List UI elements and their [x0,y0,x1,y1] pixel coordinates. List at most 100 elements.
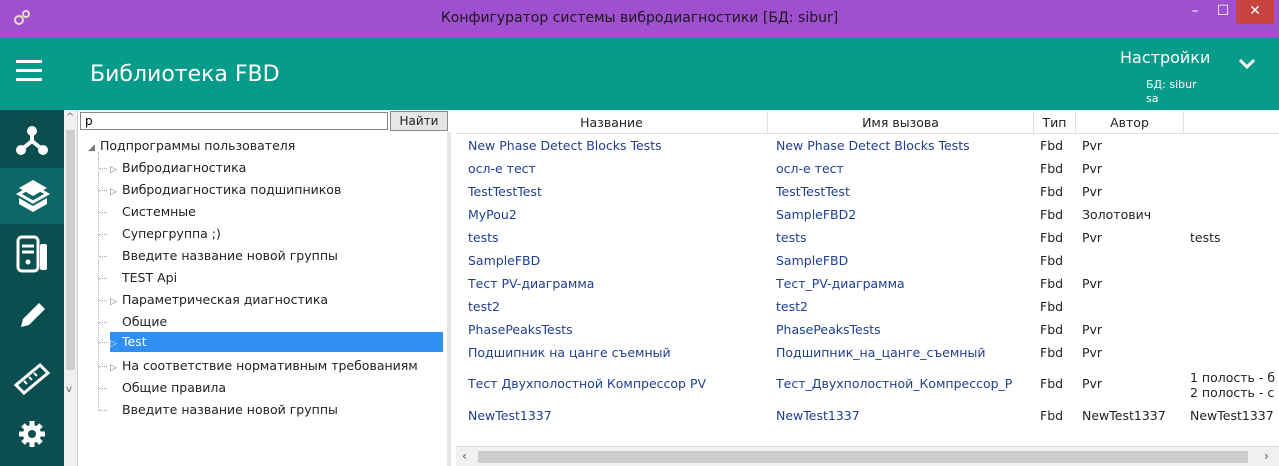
cell-call-name: осл-е тест [776,161,844,176]
cell-type: Fbd [1040,408,1064,423]
cell-name: Подшипник на цанге съемный [468,345,671,360]
cell-author: Pvr [1082,230,1103,245]
cell-type: Fbd [1040,138,1064,153]
tree-item[interactable]: ▷ Test [110,332,443,352]
maximize-button[interactable]: ☐ [1208,0,1238,24]
tree-item[interactable]: TEST Api [110,268,177,288]
col-name[interactable]: Название [456,112,768,134]
col-description[interactable] [1184,112,1279,134]
cell-call-name: TestTestTest [776,184,850,199]
cell-description: NewTest1337 [1190,408,1274,423]
tree-item-label: Общие [122,314,168,329]
scroll-right-icon[interactable]: › [1264,449,1269,463]
cell-type: Fbd [1040,299,1064,314]
hscroll-thumb[interactable] [478,451,1248,463]
tree-item[interactable]: ▷ На соответствие нормативным требованиям [110,356,418,376]
nav-item-edit[interactable] [0,288,64,344]
books-icon [15,180,51,212]
cell-description: 1 полость - б [1190,370,1276,385]
tree-item[interactable]: ▷ Вибродиагностика [110,158,246,178]
tree-root[interactable]: ◢ Подпрограммы пользователя [88,136,295,156]
search-input[interactable] [80,112,388,130]
tree-item[interactable]: ▷ Параметрическая диагностика [110,290,328,310]
cell-call-name: PhasePeaksTests [776,322,881,337]
expand-icon[interactable]: ▷ [110,160,122,180]
cell-type: Fbd [1040,184,1064,199]
hierarchy-icon [16,126,48,155]
scroll-left-icon[interactable]: ‹ [462,449,467,463]
cell-type: Fbd [1040,207,1064,222]
tree-item-label: Системные [122,204,196,219]
tree-item-label: Супергруппа ;) [122,226,221,241]
cell-type: Fbd [1040,322,1064,337]
cell-type: Fbd [1040,253,1064,268]
cell-type: Fbd [1040,230,1064,245]
scroll-up-icon[interactable]: ^ [66,112,74,123]
expand-icon[interactable]: ▷ [110,334,122,354]
window-titlebar: Конфигуратор системы вибродиагностики [Б… [0,0,1279,38]
page-title: Библиотека FBD [90,62,280,87]
tree-item-label: Общие правила [122,380,227,395]
cell-call-name: Тест_Двухполостной_Компрессор_P [776,376,1013,391]
tree-item[interactable]: Общие правила [110,378,226,398]
nav-item-library[interactable] [0,168,64,224]
nav-item-settings[interactable] [0,406,64,462]
cell-name: NewTest1337 [468,408,552,423]
tree-item-label: Test [122,334,147,349]
cell-name: test2 [468,299,500,314]
close-button[interactable]: ✕ [1236,0,1274,24]
chevron-down-icon[interactable] [1236,56,1258,72]
group-tree: ◢ Подпрограммы пользователя ▷ Вибродиагнос… [78,132,451,466]
find-button[interactable]: Найти [390,111,448,131]
scroll-down-icon[interactable]: v [66,384,72,395]
tree-item[interactable]: Общие [110,312,167,332]
cell-call-name: SampleFBD [776,253,849,268]
menu-icon[interactable] [16,60,42,82]
cell-call-name: Тест_PV-диаграмма [776,276,905,291]
cell-name: Тест Двухполостной Компрессор PV [468,376,707,391]
cell-type: Fbd [1040,161,1064,176]
nav-scrollbar[interactable]: ^ v [64,110,78,466]
settings-label[interactable]: Настройки [1120,48,1210,67]
tree-item[interactable]: Супергруппа ;) [110,224,221,244]
expand-icon[interactable]: ▷ [110,292,122,312]
cell-author: Pvr [1082,184,1103,199]
cell-call-name: New Phase Detect Blocks Tests [776,138,970,153]
tree-item[interactable]: Введите название новой группы [110,400,338,420]
cell-author: Pvr [1082,138,1103,153]
expand-icon[interactable]: ▷ [110,182,122,202]
cell-author: Pvr [1082,345,1103,360]
cell-call-name: test2 [776,299,808,314]
cell-name: осл-е тест [468,161,536,176]
cell-type: Fbd [1040,345,1064,360]
minimize-button[interactable]: – [1180,0,1210,24]
tree-item[interactable]: Введите название новой группы [110,246,338,266]
col-author[interactable]: Автор [1076,112,1184,134]
table-hscrollbar[interactable]: ‹ › [456,446,1279,466]
tree-item-label: Введите название новой группы [122,248,338,263]
col-type[interactable]: Тип [1034,112,1076,134]
col-call-name[interactable]: Имя вызова [768,112,1034,134]
nav-item-device[interactable] [0,226,64,282]
tree-item-label: Вибродиагностика [122,160,247,175]
collapse-icon[interactable]: ◢ [88,138,100,158]
scroll-thumb[interactable] [66,130,75,370]
tree-item[interactable]: ▷ Вибродиагностика подшипников [110,180,341,200]
cell-name: tests [468,230,499,245]
cell-call-name: tests [776,230,807,245]
fbd-table: Название Имя вызова Тип Автор New Phase … [456,112,1279,466]
nav-item-hierarchy[interactable] [0,112,64,168]
cell-call-name: NewTest1337 [776,408,860,423]
tree-item[interactable]: Системные [110,202,196,222]
cell-author: Pvr [1082,322,1103,337]
cell-name: Тест PV-диаграмма [468,276,595,291]
tree-item-label: Параметрическая диагностика [122,292,329,307]
cell-name: MyPou2 [468,207,517,222]
expand-icon[interactable]: ▷ [110,358,122,378]
pencil-icon [21,303,45,327]
cell-author: NewTest1337 [1082,408,1166,423]
nav-item-measure[interactable] [0,350,64,406]
cell-type: Fbd [1040,276,1064,291]
cell-author: Pvr [1082,376,1103,391]
tree-item-label: Введите название новой группы [122,402,338,417]
